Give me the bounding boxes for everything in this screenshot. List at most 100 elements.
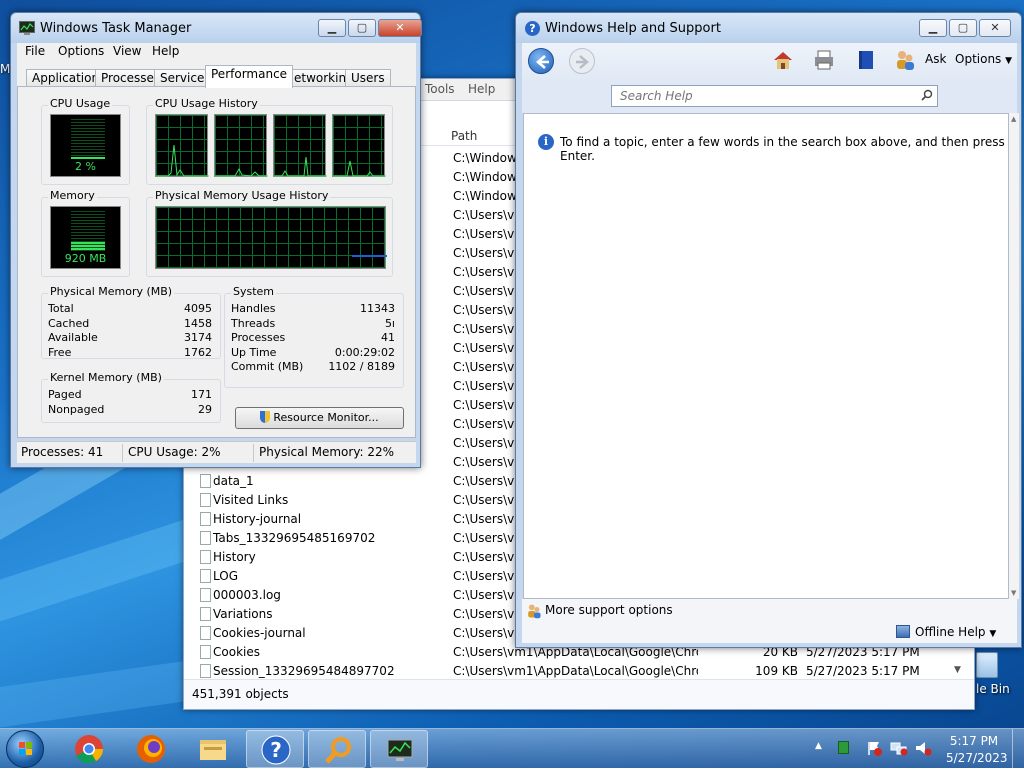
start-button[interactable] [6, 730, 44, 768]
stat-value: 1458 [184, 316, 212, 330]
info-icon: i [538, 134, 554, 150]
stat-row: Threads 5ı [231, 317, 395, 331]
stat-row: Processes 41 [231, 331, 395, 345]
ask-people-icon[interactable] [894, 49, 916, 71]
help-content-pane: i To find a topic, enter a few words in … [523, 113, 1009, 599]
scroll-down-arrow-icon[interactable]: ▼ [1011, 589, 1016, 597]
taskbar-explorer-button[interactable] [184, 730, 242, 768]
row-name: Cookies [213, 645, 260, 659]
status-divider [253, 444, 254, 462]
file-icon [200, 550, 211, 564]
home-icon[interactable] [772, 49, 794, 71]
stat-value: 11343 [360, 302, 395, 315]
close-button[interactable]: ✕ [378, 19, 422, 37]
more-support-options-link[interactable]: More support options [545, 603, 673, 617]
chevron-down-icon: ▼ [1005, 56, 1013, 66]
search-help-input[interactable] [611, 85, 938, 107]
browse-help-book-icon[interactable] [855, 49, 877, 71]
stat-label: Handles [231, 302, 276, 315]
menu-tools[interactable]: Tools [425, 82, 455, 96]
cpu-history-label: CPU Usage History [153, 97, 260, 110]
file-icon [200, 645, 211, 659]
file-icon [200, 493, 211, 507]
row-name: Cookies-journal [213, 626, 306, 640]
help-instruction-text: To find a topic, enter a few words in th… [560, 135, 1005, 163]
clock-date[interactable]: 5/27/2023 [946, 751, 1008, 765]
network-icon[interactable] [890, 740, 908, 756]
options-menu[interactable]: Options ▼ [955, 52, 1012, 66]
taskbar-chrome-button[interactable] [60, 730, 118, 768]
file-icon [200, 607, 211, 621]
back-button[interactable] [528, 48, 554, 74]
minimize-button[interactable]: ▁ [318, 19, 346, 37]
stat-label: Nonpaged [48, 402, 105, 416]
tab-users[interactable]: Users [345, 69, 391, 87]
tray-task-manager-cpu-icon[interactable] [838, 741, 849, 754]
minimize-button[interactable]: ▁ [919, 19, 947, 37]
help-scrollbar[interactable]: ▲ ▼ [1009, 113, 1019, 599]
show-desktop-button[interactable] [1012, 729, 1024, 769]
menu-options[interactable]: Options [58, 44, 104, 58]
stat-label: Paged [48, 388, 82, 401]
file-icon [200, 664, 211, 678]
menu-help[interactable]: Help [152, 44, 179, 58]
row-path: C:\Users\vm1\AppData\Local\Google\Chro..… [453, 664, 698, 678]
maximize-button[interactable]: ▢ [949, 19, 977, 37]
system-group: System Handles 11343 Threads 5ı Processes 41 U… [224, 285, 404, 388]
volume-muted-icon[interactable] [914, 740, 932, 756]
stat-value: 3174 [184, 331, 212, 344]
physical-memory-group: Physical Memory (MB) Total 4095 Cached 1458… [41, 285, 221, 359]
search-icon[interactable] [921, 89, 933, 101]
status-memory: Physical Memory: 22% [259, 445, 395, 459]
stat-value: 0:00:29:02 [334, 345, 395, 359]
ask-label[interactable]: Ask [925, 52, 946, 66]
cpu-history-group: CPU Usage History [146, 97, 393, 185]
clock-time[interactable]: 5:17 PM [946, 734, 1002, 748]
taskbar-task-manager-button[interactable] [370, 730, 428, 768]
resource-monitor-button[interactable]: Resource Monitor... [235, 407, 404, 429]
menu-file[interactable]: File [25, 44, 45, 58]
help-app-icon: ? [525, 21, 540, 36]
cpu-usage-meter: 2 % [50, 114, 121, 177]
taskbar-firefox-button[interactable] [122, 730, 180, 768]
recycle-bin-label[interactable]: le Bin [976, 682, 1010, 696]
row-name: LOG [213, 569, 239, 583]
chrome-icon [75, 735, 103, 764]
recycle-bin-icon[interactable] [976, 652, 998, 678]
stat-label: Total [48, 302, 74, 315]
status-divider [122, 444, 123, 462]
desktop-icon-label[interactable]: M [0, 62, 10, 76]
memory-history-graph [155, 206, 387, 269]
task-manager-titlebar[interactable]: Windows Task Manager ▁ ▢ ✕ [11, 13, 422, 43]
column-path[interactable]: Path [451, 129, 477, 143]
stat-label: Threads [231, 316, 276, 330]
file-icon [200, 569, 211, 583]
taskbar-search-button[interactable] [308, 730, 366, 768]
forward-button[interactable] [569, 48, 595, 74]
cpu-history-graph-core-4 [332, 114, 386, 177]
menu-view[interactable]: View [113, 44, 141, 58]
maximize-button[interactable]: ▢ [348, 19, 376, 37]
print-icon[interactable] [813, 49, 835, 71]
stat-value: 1762 [184, 345, 212, 359]
stat-value: 41 [381, 331, 395, 344]
action-center-flag-icon[interactable] [866, 740, 882, 756]
stat-row: Commit (MB) 1102 / 8189 [231, 360, 395, 374]
memory-label: Memory [48, 189, 97, 202]
scroll-up-arrow-icon[interactable]: ▲ [1011, 115, 1016, 123]
firefox-icon [137, 735, 165, 763]
stat-value: 29 [198, 402, 212, 416]
tab-performance[interactable]: Performance [205, 65, 294, 88]
show-hidden-icons-chevron-icon[interactable]: ▲ [815, 741, 822, 751]
row-date: 5/27/2023 5:17 PM [806, 664, 920, 678]
stat-label: Commit (MB) [231, 360, 304, 373]
offline-help-menu[interactable]: Offline Help ▼ [915, 625, 996, 639]
help-titlebar[interactable]: ? Windows Help and Support ▁ ▢ ✕ [516, 13, 1021, 43]
scroll-down-arrow-icon[interactable]: ▼ [954, 665, 961, 675]
taskbar-help-button[interactable]: ? [246, 730, 304, 768]
explorer-statusbar: 451,391 objects [184, 679, 974, 709]
close-button[interactable]: ✕ [979, 19, 1011, 37]
row-name: Visited Links [213, 493, 289, 507]
menu-help[interactable]: Help [468, 82, 495, 96]
svg-text:?: ? [270, 738, 282, 762]
